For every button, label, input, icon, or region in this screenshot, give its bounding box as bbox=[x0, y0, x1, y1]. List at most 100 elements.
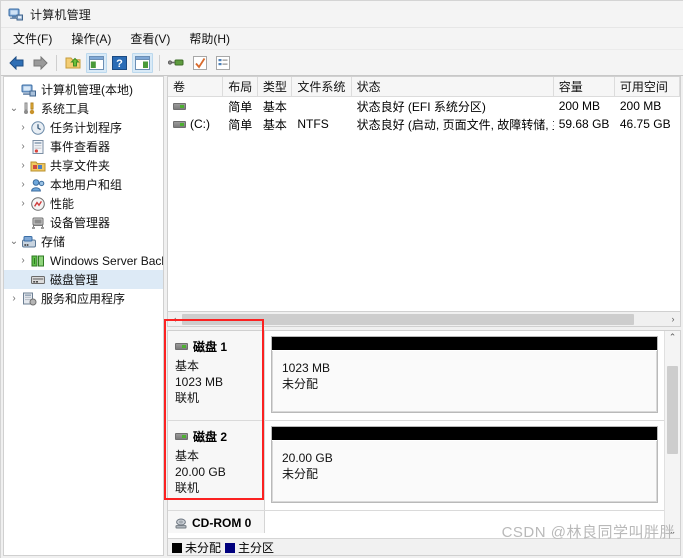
scroll-left-icon[interactable]: ‹ bbox=[168, 313, 182, 326]
expander-expand-icon[interactable]: › bbox=[16, 122, 30, 133]
disk-partition-area: 20.00 GB 未分配 bbox=[265, 421, 664, 510]
tree-item-performance[interactable]: › 性能 bbox=[4, 194, 163, 213]
task-scheduler-icon bbox=[30, 120, 46, 136]
expander-collapse-icon[interactable]: ⌄ bbox=[7, 103, 21, 114]
legend-swatch-primary bbox=[225, 543, 236, 554]
help-icon[interactable]: ? bbox=[109, 53, 130, 73]
disk-size: 20.00 GB bbox=[175, 465, 226, 479]
menu-file[interactable]: 文件(F) bbox=[9, 29, 61, 49]
tree-item-label: 本地用户和组 bbox=[50, 178, 123, 192]
export-list-icon[interactable] bbox=[212, 53, 233, 73]
partition-label: 未分配 bbox=[282, 467, 319, 481]
device-manager-icon bbox=[30, 215, 46, 231]
computer-management-icon bbox=[8, 6, 24, 22]
column-header-volume[interactable]: 卷 bbox=[168, 77, 224, 96]
menu-action[interactable]: 操作(A) bbox=[67, 29, 120, 49]
table-row[interactable]: (C:) 简单基本 NTFS 状态良好 (启动, 页面文件, 故障转储, 主分区) 59… bbox=[168, 115, 680, 133]
up-folder-icon[interactable] bbox=[63, 53, 84, 73]
console-tree: 计算机管理(本地) ⌄ 系统工具 › 任务计划程序 › 事件查看器 › 共享文件夹 › 本地用户和组… bbox=[4, 77, 163, 308]
back-arrow-icon[interactable] bbox=[6, 53, 27, 73]
expander-expand-icon[interactable]: › bbox=[7, 293, 21, 304]
console-tree-pane: 计算机管理(本地) ⌄ 系统工具 › 任务计划程序 › 事件查看器 › 共享文件夹 › 本地用户和组… bbox=[3, 76, 164, 556]
tree-item-task-scheduler[interactable]: › 任务计划程序 bbox=[4, 118, 163, 137]
cell-layout: 简单 bbox=[228, 99, 253, 114]
partition-body: 20.00 GB 未分配 bbox=[272, 441, 657, 502]
scroll-right-icon[interactable]: › bbox=[666, 313, 680, 326]
scroll-up-icon[interactable]: ⌃ bbox=[666, 331, 680, 344]
tree-item-services-and-applications[interactable]: › 服务和应用程序 bbox=[4, 289, 163, 308]
tree-item-label: 性能 bbox=[50, 197, 75, 211]
cdrom-info-panel[interactable]: CD-ROM 0 bbox=[168, 511, 265, 533]
tree-item-shared-folders[interactable]: › 共享文件夹 bbox=[4, 156, 163, 175]
legend-label: 未分配 bbox=[185, 540, 222, 555]
hscroll-thumb[interactable] bbox=[182, 313, 634, 325]
system-tools-icon bbox=[21, 101, 37, 117]
refresh-icon[interactable] bbox=[166, 53, 187, 73]
main-content: 计算机管理(本地) ⌄ 系统工具 › 任务计划程序 › 事件查看器 › 共享文件夹 › 本地用户和组… bbox=[1, 76, 683, 558]
tree-item-disk-management[interactable]: 磁盘管理 bbox=[4, 270, 163, 289]
tree-item-device-manager[interactable]: 设备管理器 bbox=[4, 213, 163, 232]
svg-text:?: ? bbox=[116, 58, 123, 70]
show-tree-icon[interactable] bbox=[86, 52, 107, 73]
performance-icon bbox=[30, 196, 46, 212]
cell-volume-label: (C:) bbox=[190, 117, 210, 131]
disk-view-vscrollbar[interactable]: ⌃ ⌄ bbox=[664, 331, 680, 538]
tree-item-label: 系统工具 bbox=[41, 102, 90, 116]
cell-free_space: 200 MB bbox=[619, 99, 662, 113]
disk-info-panel[interactable]: 磁盘 1 基本 1023 MB 联机 bbox=[168, 331, 265, 420]
tree-item-system-tools[interactable]: ⌄ 系统工具 bbox=[4, 99, 163, 118]
cell-status: 状态良好 (启动, 页面文件, 故障转储, 主分区) bbox=[356, 117, 554, 132]
partition-color-bar bbox=[272, 337, 657, 351]
partition-label: 未分配 bbox=[282, 377, 319, 391]
storage-icon bbox=[21, 234, 37, 250]
column-header-free_space[interactable]: 可用空间 bbox=[615, 77, 680, 96]
disk-state: 联机 bbox=[175, 391, 200, 405]
partition-color-bar bbox=[272, 427, 657, 441]
forward-arrow-icon[interactable] bbox=[29, 53, 50, 73]
volume-list-hscrollbar[interactable]: ‹ › bbox=[167, 312, 681, 327]
legend-primary-partition: 主分区 bbox=[225, 539, 274, 556]
expander-expand-icon[interactable]: › bbox=[16, 160, 30, 171]
tree-item-computer-management[interactable]: 计算机管理(本地) bbox=[4, 80, 163, 99]
properties-icon[interactable] bbox=[189, 53, 210, 73]
column-header-status[interactable]: 状态 bbox=[352, 77, 554, 96]
tree-item-label: 服务和应用程序 bbox=[41, 292, 126, 306]
expander-expand-icon[interactable]: › bbox=[16, 255, 30, 266]
disk-info-panel[interactable]: 磁盘 2 基本 20.00 GB 联机 bbox=[168, 421, 265, 510]
legend-swatch-unallocated bbox=[172, 543, 182, 554]
legend-label: 主分区 bbox=[238, 540, 275, 555]
tree-item-local-users-and-groups[interactable]: › 本地用户和组 bbox=[4, 175, 163, 194]
partition-block[interactable]: 1023 MB 未分配 bbox=[271, 336, 658, 413]
column-header-type[interactable]: 类型 bbox=[258, 77, 293, 96]
disk-title: 磁盘 2 bbox=[175, 428, 264, 445]
disk-management-icon bbox=[30, 272, 46, 288]
computer-icon bbox=[21, 82, 37, 98]
menu-view[interactable]: 查看(V) bbox=[126, 29, 179, 49]
shared-folders-icon bbox=[30, 158, 46, 174]
column-header-layout[interactable]: 布局 bbox=[223, 77, 258, 96]
local-users-icon bbox=[30, 177, 46, 193]
show-action-pane-icon[interactable] bbox=[132, 52, 153, 73]
cell-type: 基本 bbox=[262, 117, 287, 132]
volume-icon bbox=[173, 103, 186, 111]
tree-item-windows-server-backup[interactable]: › Windows Server Back bbox=[4, 251, 163, 270]
expander-expand-icon[interactable]: › bbox=[16, 198, 30, 209]
tree-item-storage[interactable]: ⌄ 存储 bbox=[4, 232, 163, 251]
tree-item-label: 共享文件夹 bbox=[50, 159, 111, 173]
column-header-capacity[interactable]: 容量 bbox=[554, 77, 615, 96]
expander-expand-icon[interactable]: › bbox=[16, 141, 30, 152]
menu-help[interactable]: 帮助(H) bbox=[185, 29, 239, 49]
disk-icon bbox=[175, 433, 188, 440]
tree-item-event-viewer[interactable]: › 事件查看器 bbox=[4, 137, 163, 156]
cdrom-title: CD-ROM 0 bbox=[175, 516, 264, 530]
toolbar-separator bbox=[56, 54, 57, 71]
expander-expand-icon[interactable]: › bbox=[16, 179, 30, 190]
column-header-filesystem[interactable]: 文件系统 bbox=[292, 77, 352, 96]
expander-collapse-icon[interactable]: ⌄ bbox=[7, 236, 21, 247]
vscroll-thumb[interactable] bbox=[667, 366, 678, 454]
disk-name: 磁盘 2 bbox=[193, 430, 228, 444]
tree-item-label: 磁盘管理 bbox=[50, 273, 99, 287]
windows-server-backup-icon bbox=[30, 253, 46, 269]
table-row[interactable]: 简单 基本 状态良好 (EFI 系统分区) 200 MB 200 MB bbox=[168, 97, 680, 115]
partition-block[interactable]: 20.00 GB 未分配 bbox=[271, 426, 658, 503]
